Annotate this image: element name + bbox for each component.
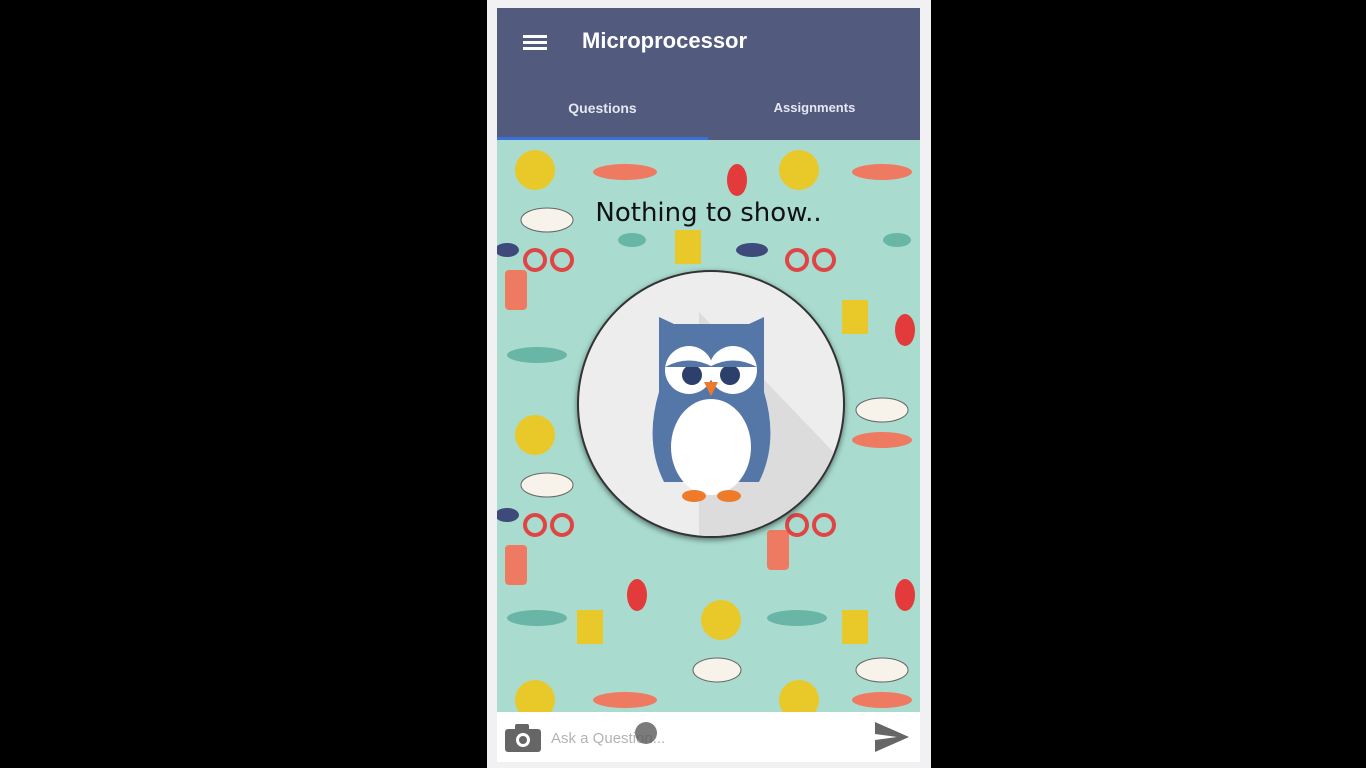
hamburger-menu-icon[interactable]: [523, 32, 547, 52]
tab-questions[interactable]: Questions: [497, 75, 708, 140]
page-title: Microprocessor: [582, 28, 748, 53]
ask-question-input[interactable]: [549, 724, 853, 752]
camera-icon[interactable]: [505, 724, 541, 752]
tab-indicator: [497, 137, 708, 140]
app-screen: Microprocessor Questions Assignments Not…: [497, 8, 920, 762]
send-icon[interactable]: [875, 722, 909, 752]
app-bar: Microprocessor Questions Assignments: [497, 8, 920, 140]
empty-state-illustration: [577, 270, 845, 538]
question-composer: [497, 712, 920, 762]
phone-frame: Microprocessor Questions Assignments Not…: [487, 0, 931, 768]
touch-indicator: [635, 722, 657, 744]
tab-assignments[interactable]: Assignments: [709, 75, 920, 140]
owl-icon: [652, 312, 843, 536]
empty-state-message: Nothing to show..: [595, 198, 822, 228]
